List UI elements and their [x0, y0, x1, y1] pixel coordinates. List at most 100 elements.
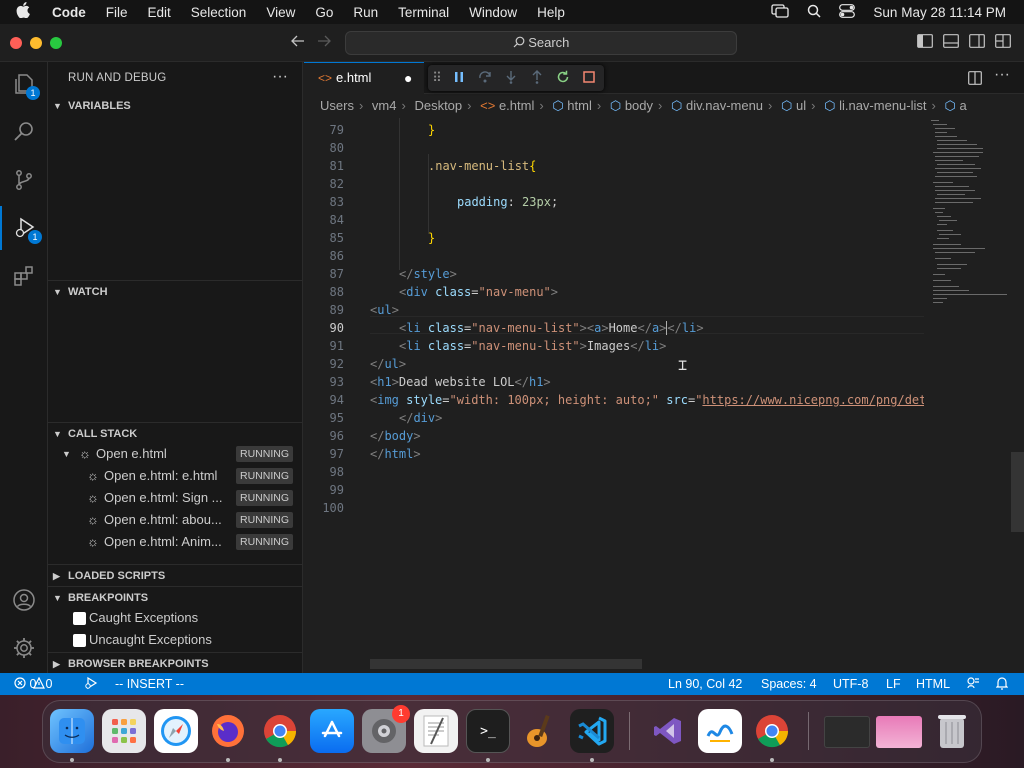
breadcrumb-item[interactable]: e.html [499, 98, 534, 113]
breadcrumb-item[interactable]: a [959, 98, 966, 113]
breadcrumb-item[interactable]: div.nav-menu [686, 98, 763, 113]
menu-file[interactable]: File [96, 5, 138, 20]
section-loaded-scripts[interactable]: ▶ LOADED SCRIPTS [48, 564, 303, 586]
control-center-icon[interactable] [839, 3, 856, 21]
vscode-icon[interactable] [570, 709, 614, 753]
more-actions-icon[interactable]: ··· [272, 68, 288, 86]
system-settings-icon[interactable]: 1 [362, 705, 410, 753]
menu-edit[interactable]: Edit [138, 5, 181, 20]
launchpad-icon[interactable] [102, 709, 146, 753]
menu-terminal[interactable]: Terminal [388, 5, 459, 20]
call-stack-thread[interactable]: ☼ Open e.html: Anim... RUNNING [48, 531, 303, 553]
finder-icon[interactable] [50, 709, 94, 753]
section-breakpoints[interactable]: ▼ BREAKPOINTS [48, 586, 303, 608]
minimized-window-thumbnail[interactable] [876, 716, 922, 748]
menu-view[interactable]: View [256, 5, 305, 20]
more-actions-icon[interactable]: ··· [994, 66, 1010, 84]
command-center-search[interactable]: Search [345, 31, 737, 55]
call-stack-thread[interactable]: ☼ Open e.html: abou... RUNNING [48, 509, 303, 531]
zoom-window-button[interactable] [50, 37, 62, 49]
menu-go[interactable]: Go [305, 5, 343, 20]
section-call-stack[interactable]: ▼ CALL STACK [48, 422, 303, 444]
tab-e-html[interactable]: <> e.html ● [304, 62, 424, 94]
step-out-icon[interactable] [524, 69, 550, 87]
feedback-icon[interactable] [966, 673, 980, 695]
step-over-icon[interactable] [472, 70, 498, 86]
terminal-icon[interactable]: >_ [466, 709, 510, 753]
menu-window[interactable]: Window [459, 5, 527, 20]
apple-menu-icon[interactable] [0, 2, 46, 22]
section-variables[interactable]: ▼ VARIABLES [48, 95, 303, 117]
vim-mode[interactable]: -- INSERT -- [115, 673, 184, 695]
forward-arrow-icon[interactable] [316, 34, 332, 50]
notifications-bell-icon[interactable] [995, 673, 1009, 695]
menu-help[interactable]: Help [527, 5, 575, 20]
breadcrumb-item[interactable]: html [567, 98, 592, 113]
stop-icon[interactable] [576, 70, 602, 86]
minimize-window-button[interactable] [30, 37, 42, 49]
problems-status[interactable]: 0 0 [14, 673, 52, 695]
pause-icon[interactable] [446, 71, 472, 86]
accounts-icon[interactable] [0, 578, 48, 622]
search-view-icon[interactable] [0, 110, 48, 154]
run-and-debug-icon[interactable]: 1 [0, 206, 48, 250]
garageband-icon[interactable] [518, 709, 562, 753]
back-arrow-icon[interactable] [290, 34, 306, 50]
firefox-icon[interactable] [206, 709, 250, 753]
section-watch[interactable]: ▼ WATCH [48, 280, 303, 302]
spotlight-search-icon[interactable] [807, 4, 821, 21]
chrome-icon[interactable] [258, 709, 302, 753]
menubar-clock[interactable]: Sun May 28 11:14 PM [873, 5, 1006, 20]
breadcrumb-item[interactable]: li.nav-menu-list [839, 98, 926, 113]
code-editor[interactable]: 79 80 81 82 83 84 85 86 87 88 89 90 91 9… [304, 118, 924, 673]
vertical-scrollbar[interactable] [1011, 452, 1024, 532]
screen-mirror-icon[interactable] [771, 3, 790, 21]
indentation[interactable]: Spaces: 4 [761, 673, 817, 695]
textedit-icon[interactable] [414, 709, 458, 753]
cursor-position[interactable]: Ln 90, Col 42 [668, 673, 742, 695]
customize-layout-icon[interactable] [995, 34, 1011, 50]
end-of-line[interactable]: LF [886, 673, 901, 695]
call-stack-thread[interactable]: ☼ Open e.html: e.html RUNNING [48, 465, 303, 487]
explorer-icon[interactable]: 1 [0, 62, 48, 106]
breakpoint-uncaught-exceptions[interactable]: Uncaught Exceptions [48, 629, 303, 651]
checkbox[interactable] [73, 612, 86, 625]
drag-handle-icon[interactable]: ⠿ [428, 70, 446, 86]
freeform-icon[interactable] [698, 709, 742, 753]
section-browser-breakpoints[interactable]: ▶ BROWSER BREAKPOINTS [48, 652, 303, 674]
minimap[interactable] [929, 118, 1011, 318]
source-control-icon[interactable] [0, 158, 48, 202]
minimized-window-thumbnail[interactable] [824, 716, 870, 748]
unsaved-dot-icon[interactable]: ● [404, 63, 412, 93]
breadcrumb-item[interactable]: vm4 [372, 98, 397, 113]
breakpoint-caught-exceptions[interactable]: Caught Exceptions [48, 607, 303, 629]
safari-icon[interactable] [154, 709, 198, 753]
restart-icon[interactable] [550, 70, 576, 87]
chrome-icon[interactable] [750, 709, 794, 753]
toggle-secondary-sidebar-icon[interactable] [969, 34, 985, 50]
toggle-primary-sidebar-icon[interactable] [917, 34, 933, 50]
breadcrumb-item[interactable]: ul [796, 98, 806, 113]
debug-session-icon[interactable] [84, 673, 98, 695]
close-window-button[interactable] [10, 37, 22, 49]
checkbox[interactable] [73, 634, 86, 647]
visual-studio-icon[interactable] [646, 709, 690, 753]
extensions-icon[interactable] [0, 254, 48, 298]
step-into-icon[interactable] [498, 70, 524, 87]
language-mode[interactable]: HTML [916, 673, 950, 695]
horizontal-scrollbar[interactable] [370, 659, 642, 669]
call-stack-thread[interactable]: ☼ Open e.html: Sign ... RUNNING [48, 487, 303, 509]
split-editor-icon[interactable] [968, 71, 982, 90]
trash-icon[interactable] [930, 709, 974, 753]
manage-gear-icon[interactable] [0, 626, 48, 670]
app-menu[interactable]: Code [46, 5, 96, 20]
toggle-panel-icon[interactable] [943, 34, 959, 50]
code-link[interactable]: https://www.nicepng.com/png/det [702, 393, 924, 407]
menu-selection[interactable]: Selection [181, 5, 257, 20]
breadcrumb-item[interactable]: Desktop [414, 98, 462, 113]
file-encoding[interactable]: UTF-8 [833, 673, 868, 695]
call-stack-session[interactable]: ▼ ☼ Open e.html RUNNING [48, 443, 303, 465]
menu-run[interactable]: Run [343, 5, 388, 20]
breadcrumb-item[interactable]: Users [320, 98, 354, 113]
app-store-icon[interactable] [310, 709, 354, 753]
